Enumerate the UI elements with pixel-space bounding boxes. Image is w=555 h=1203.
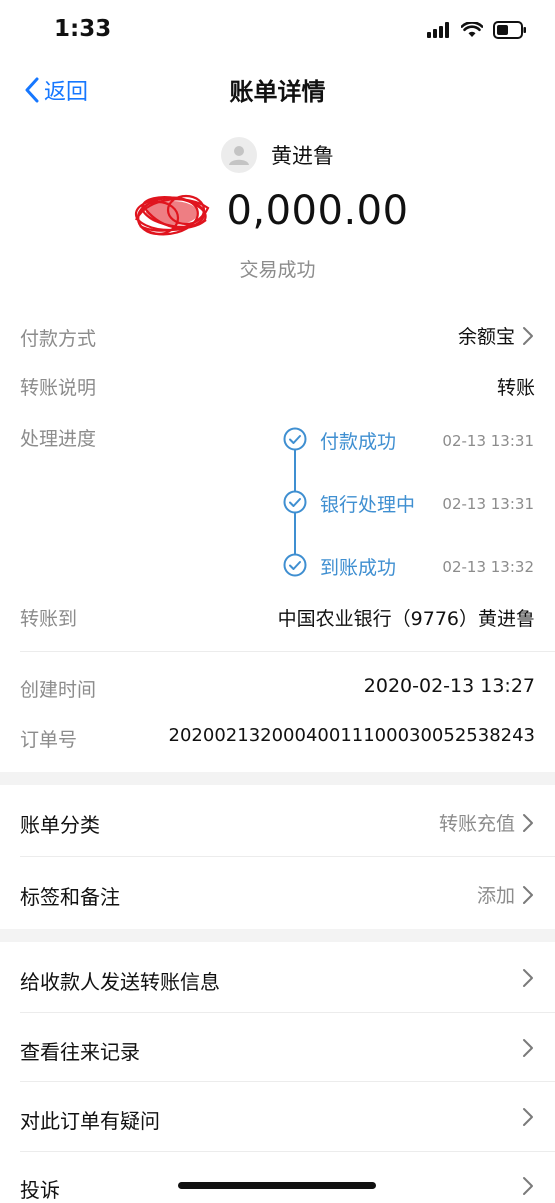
redaction-scribble <box>134 194 210 236</box>
transfer-to-value: 中国农业银行（9776）黄进鲁 <box>277 608 535 630</box>
progress-step-time: 02-13 13:31 <box>442 432 534 450</box>
avatar <box>221 137 257 173</box>
payee: 黄进鲁 <box>0 137 555 173</box>
battery-icon <box>493 21 526 39</box>
chevron-right-icon <box>523 1108 533 1126</box>
bill-category-text: 转账充值 <box>438 813 515 835</box>
cellular-signal-icon <box>427 22 449 38</box>
order-question-label: 对此订单有疑问 <box>20 1109 160 1133</box>
send-transfer-info-row[interactable]: 给收款人发送转账信息 <box>0 942 555 1012</box>
chevron-right-icon <box>523 326 533 345</box>
user-icon <box>229 146 249 165</box>
status-icons <box>427 20 527 40</box>
view-records-label: 查看往来记录 <box>20 1040 140 1064</box>
tags-notes-text: 添加 <box>476 885 515 907</box>
chevron-right-icon <box>523 1177 533 1195</box>
created-time-value: 2020-02-13 13:27 <box>363 675 535 697</box>
section-gap <box>0 772 555 785</box>
bill-category-label: 账单分类 <box>20 813 100 837</box>
payee-name: 黄进鲁 <box>271 144 334 168</box>
transfer-note-value: 转账 <box>496 377 535 399</box>
tags-notes-row[interactable]: 标签和备注 添加 <box>0 857 555 928</box>
bill-category-value: 转账充值 <box>439 809 535 836</box>
payment-method-label: 付款方式 <box>20 328 97 350</box>
created-time-label: 创建时间 <box>20 679 97 701</box>
order-question-row[interactable]: 对此订单有疑问 <box>0 1082 555 1151</box>
wifi-icon <box>461 22 483 37</box>
progress-step-name: 付款成功 <box>320 431 397 453</box>
progress-step-time: 02-13 13:32 <box>442 558 534 576</box>
tags-notes-value: 添加 <box>477 881 535 908</box>
progress-label: 处理进度 <box>20 428 97 450</box>
tags-notes-label: 标签和备注 <box>20 885 120 909</box>
check-circle-icon <box>283 427 307 451</box>
progress-step-name: 银行处理中 <box>320 494 416 516</box>
order-no-value: 20200213200040011100030052538243 <box>168 725 535 746</box>
amount-value: 0,000.00 <box>226 188 409 234</box>
transfer-to-label: 转账到 <box>20 608 78 630</box>
page-title: 账单详情 <box>229 78 326 106</box>
transfer-note-label: 转账说明 <box>20 377 97 399</box>
complaint-label: 投诉 <box>20 1178 60 1202</box>
send-transfer-info-label: 给收款人发送转账信息 <box>20 970 220 994</box>
amount: 0,000.00 <box>0 188 555 234</box>
progress-step-name: 到账成功 <box>320 557 397 579</box>
chevron-right-icon <box>523 813 533 832</box>
bill-category-row[interactable]: 账单分类 转账充值 <box>0 785 555 856</box>
complaint-row[interactable]: 投诉 <box>0 1152 555 1202</box>
chevron-right-icon <box>523 885 533 904</box>
section-gap <box>0 929 555 942</box>
payment-method-text: 余额宝 <box>457 326 515 348</box>
view-records-row[interactable]: 查看往来记录 <box>0 1013 555 1082</box>
payment-method-value[interactable]: 余额宝 <box>458 322 535 349</box>
transaction-status: 交易成功 <box>239 259 316 281</box>
chevron-right-icon <box>523 969 533 987</box>
status-time: 1:33 <box>54 16 112 42</box>
divider <box>20 651 555 652</box>
check-circle-icon <box>283 553 307 577</box>
check-circle-icon <box>283 490 307 514</box>
home-indicator[interactable] <box>178 1182 376 1189</box>
progress-step-time: 02-13 13:31 <box>442 495 534 513</box>
chevron-right-icon <box>523 1039 533 1057</box>
order-no-label: 订单号 <box>20 729 78 751</box>
